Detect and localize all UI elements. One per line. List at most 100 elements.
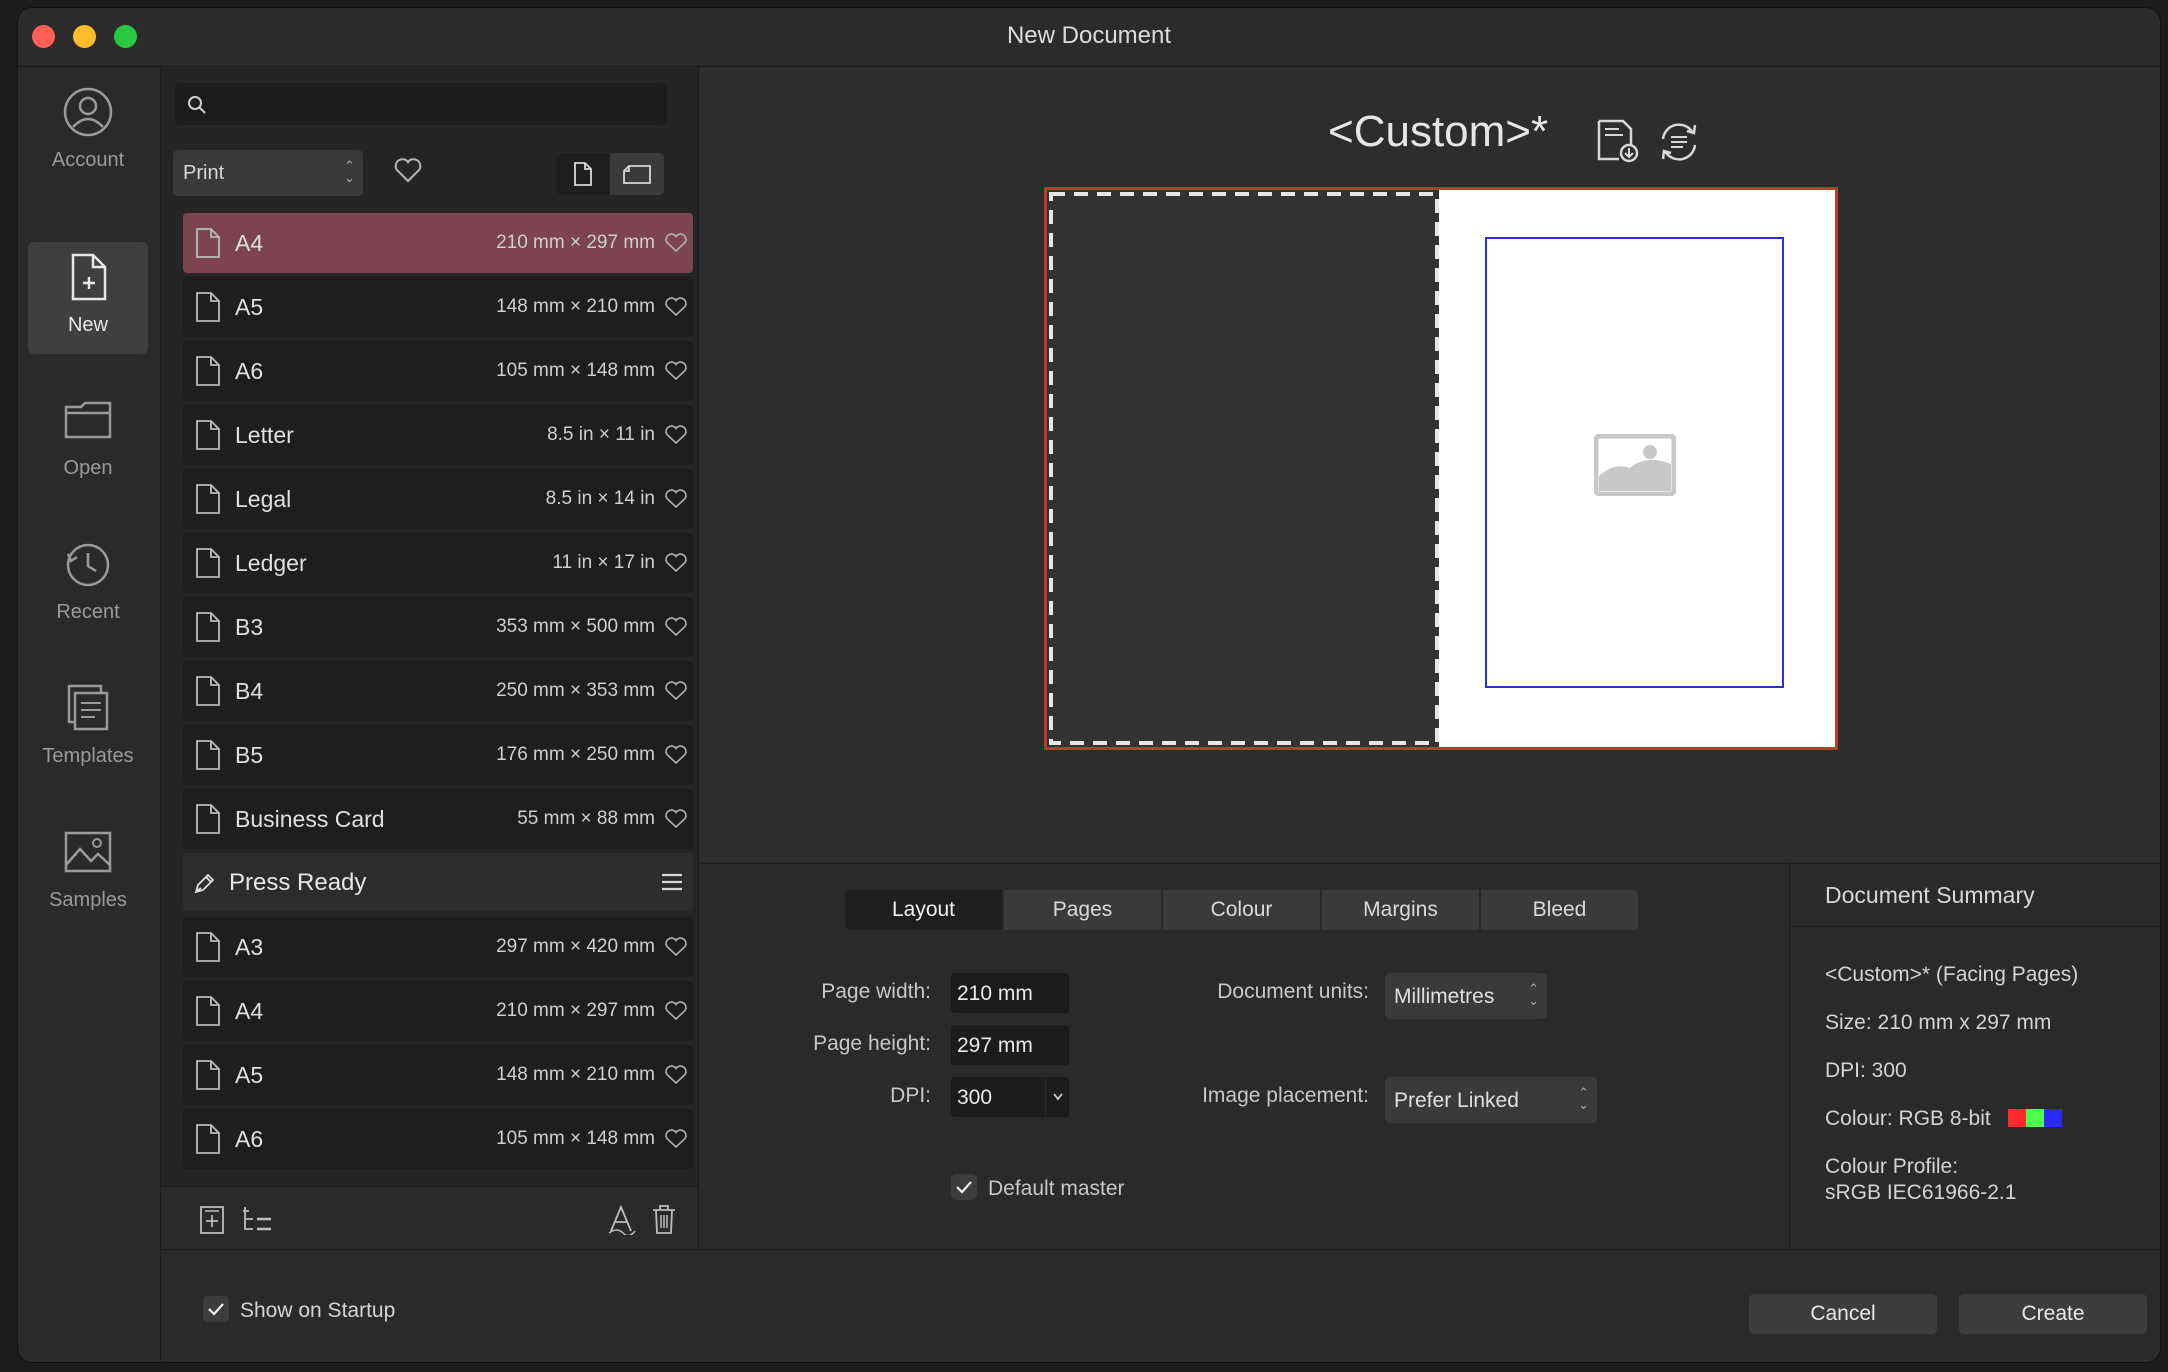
preset-dims: 353 mm × 500 mm [496, 616, 655, 637]
preset-row[interactable]: Business Card 55 mm × 88 mm [183, 789, 693, 849]
document-icon [196, 292, 220, 322]
image-placement-value: Prefer Linked [1394, 1089, 1519, 1112]
folder-icon [64, 401, 112, 439]
portrait-button[interactable] [556, 153, 610, 195]
heart-icon[interactable] [665, 1065, 687, 1085]
heart-icon[interactable] [665, 809, 687, 829]
nav-item-account[interactable]: Account [28, 77, 148, 189]
preset-row[interactable]: Letter 8.5 in × 11 in [183, 405, 693, 465]
category-select[interactable]: Print ⌃ ⌄ [173, 150, 363, 196]
dpi-dropdown-button[interactable] [1046, 1077, 1069, 1117]
preset-row[interactable]: B4 250 mm × 353 mm [183, 661, 693, 721]
page-width-label: Page width: [821, 980, 931, 1003]
heart-icon[interactable] [665, 489, 687, 509]
heart-icon[interactable] [665, 745, 687, 765]
summary-dpi: DPI: 300 [1825, 1059, 1907, 1082]
landscape-page-icon [623, 165, 651, 184]
document-icon [196, 932, 220, 962]
nav-item-open[interactable]: Open [28, 385, 148, 497]
image-icon [64, 831, 112, 873]
tab-layout[interactable]: Layout [845, 890, 1002, 930]
show-on-startup-checkbox[interactable] [203, 1296, 229, 1322]
nav-label-templates: Templates [42, 745, 134, 767]
nav-item-samples[interactable]: Samples [28, 817, 148, 929]
search-input[interactable] [175, 83, 667, 125]
tab-margins[interactable]: Margins [1322, 890, 1479, 930]
document-units-label: Document units: [1217, 980, 1369, 1003]
preset-row[interactable]: Ledger 11 in × 17 in [183, 533, 693, 593]
clock-icon [66, 543, 110, 587]
blue-swatch [2044, 1109, 2062, 1127]
preset-row[interactable]: A6 105 mm × 148 mm [183, 341, 693, 401]
heart-icon[interactable] [665, 937, 687, 957]
create-button[interactable]: Create [1959, 1294, 2147, 1334]
summary-name: <Custom>* (Facing Pages) [1825, 963, 2079, 986]
image-placement-select[interactable]: Prefer Linked ⌃ ⌄ [1385, 1077, 1597, 1123]
document-icon [196, 612, 220, 642]
preset-row[interactable]: A4 210 mm × 297 mm [183, 981, 693, 1041]
preset-name: A5 [235, 294, 264, 320]
preset-dims: 8.5 in × 14 in [545, 488, 655, 509]
cancel-button[interactable]: Cancel [1749, 1294, 1937, 1334]
preset-dims: 11 in × 17 in [552, 552, 655, 573]
title-bar: New Document [18, 8, 2160, 67]
document-icon [196, 548, 220, 578]
preset-name: A3 [235, 934, 264, 960]
rename-icon[interactable] [607, 1203, 637, 1235]
page-height-field[interactable]: 297 mm [951, 1025, 1069, 1065]
preset-row[interactable]: B5 176 mm × 250 mm [183, 725, 693, 785]
heart-icon[interactable] [665, 681, 687, 701]
preset-dims: 148 mm × 210 mm [496, 1064, 655, 1085]
preset-name: B4 [235, 678, 264, 704]
preset-dims: 105 mm × 148 mm [496, 360, 655, 381]
default-master-checkbox[interactable] [951, 1174, 977, 1200]
heart-icon[interactable] [665, 617, 687, 637]
heart-icon[interactable] [665, 361, 687, 381]
hamburger-menu-icon[interactable] [661, 873, 683, 891]
tab-colour[interactable]: Colour [1163, 890, 1320, 930]
tab-pages[interactable]: Pages [1004, 890, 1161, 930]
landscape-button[interactable] [610, 153, 664, 195]
nav-item-recent[interactable]: Recent [28, 529, 148, 641]
dpi-field[interactable]: 300 [951, 1077, 1045, 1117]
document-icon [196, 356, 220, 386]
preset-row[interactable]: A5 148 mm × 210 mm [183, 1045, 693, 1105]
heart-icon[interactable] [665, 553, 687, 573]
preset-name: A6 [235, 1126, 264, 1152]
document-icon [196, 484, 220, 514]
preset-row[interactable]: B3 353 mm × 500 mm [183, 597, 693, 657]
preset-row[interactable]: A3 297 mm × 420 mm [183, 917, 693, 977]
preset-dims: 55 mm × 88 mm [517, 808, 655, 829]
heart-icon[interactable] [665, 1129, 687, 1149]
preset-name: A5 [235, 1062, 264, 1088]
preset-toolbar [161, 1186, 698, 1249]
heart-icon[interactable] [665, 297, 687, 317]
preset-row[interactable]: A5 148 mm × 210 mm [183, 277, 693, 337]
preset-row[interactable]: Legal 8.5 in × 14 in [183, 469, 693, 529]
heart-icon[interactable] [665, 233, 687, 253]
nav-item-templates[interactable]: Templates [28, 673, 148, 785]
preset-row[interactable]: A6 105 mm × 148 mm [183, 1109, 693, 1169]
tab-bleed[interactable]: Bleed [1481, 890, 1638, 930]
heart-icon[interactable] [665, 425, 687, 445]
preset-title: <Custom>* [1328, 107, 1549, 156]
preset-group-header[interactable]: Press Ready [183, 853, 693, 911]
add-category-icon[interactable] [241, 1205, 273, 1235]
preset-dims: 105 mm × 148 mm [496, 1128, 655, 1149]
window-title: New Document [1006, 22, 1172, 49]
trash-icon[interactable] [651, 1203, 677, 1235]
nav-item-new[interactable]: New [28, 242, 148, 354]
summary-profile-label: Colour Profile: [1825, 1155, 1959, 1178]
chevron-updown-icon: ⌃ ⌄ [1528, 981, 1539, 1008]
page-width-field[interactable]: 210 mm [951, 973, 1069, 1013]
nav-label-samples: Samples [49, 889, 127, 911]
document-icon [196, 420, 220, 450]
default-master-label: Default master [988, 1177, 1125, 1200]
heart-icon[interactable] [394, 157, 422, 183]
document-units-select[interactable]: Millimetres ⌃ ⌄ [1385, 973, 1547, 1019]
save-preset-icon[interactable] [1595, 119, 1639, 163]
heart-icon[interactable] [665, 1001, 687, 1021]
add-preset-icon[interactable] [199, 1205, 225, 1235]
sync-preset-icon[interactable] [1657, 121, 1701, 163]
preset-row[interactable]: A4 210 mm × 297 mm [183, 213, 693, 273]
